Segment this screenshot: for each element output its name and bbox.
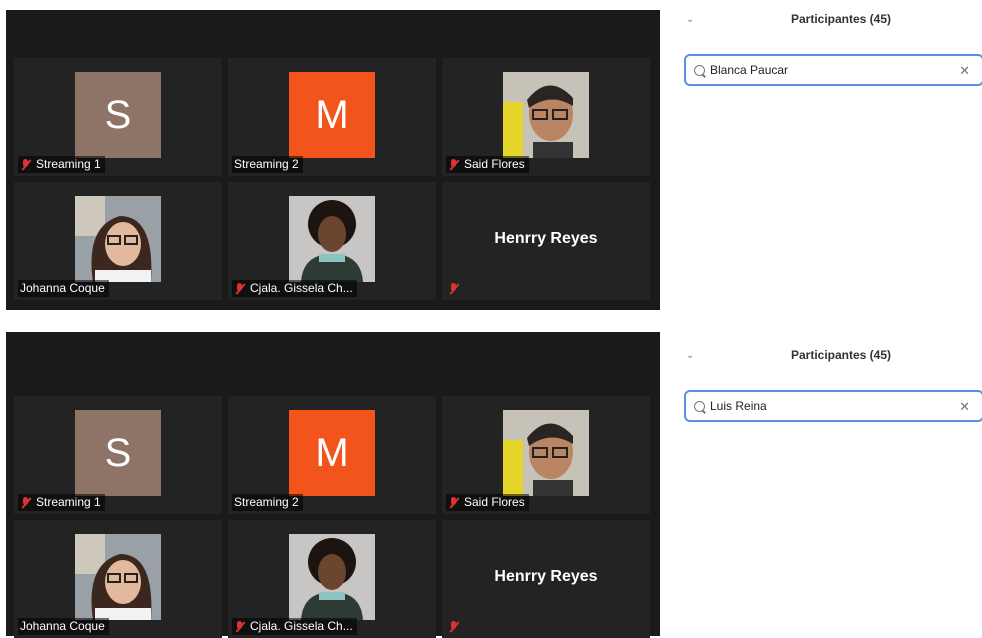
participant-name-label: Cjala. Gissela Ch... (232, 618, 357, 635)
search-icon (694, 400, 705, 412)
mic-muted-icon (20, 158, 32, 172)
participant-name-label: Streaming 2 (232, 494, 303, 511)
video-tile-streaming-2[interactable]: M Streaming 2 (228, 58, 436, 176)
video-tile-henrry-reyes[interactable]: Henrry Reyes (442, 182, 650, 300)
zoom-screenshot-2: S Streaming 1 M Streaming 2 Said Flores … (0, 332, 982, 638)
mic-muted-icon (448, 282, 460, 296)
mic-muted-icon (234, 620, 246, 634)
video-tile-henrry-reyes[interactable]: Henrry Reyes (442, 520, 650, 638)
video-gallery: S Streaming 1 M Streaming 2 Said Flores … (6, 10, 660, 310)
search-input[interactable]: Luis Reina ✕ (684, 390, 982, 422)
mic-muted-icon (448, 620, 460, 634)
search-icon (694, 64, 705, 76)
video-tile-said-flores[interactable]: Said Flores (442, 58, 650, 176)
participants-title: Participantes (45) (790, 12, 892, 26)
participant-photo (75, 534, 161, 620)
video-tile-johanna-coque[interactable]: Johanna Coque (14, 182, 222, 300)
video-tile-streaming-2[interactable]: M Streaming 2 (228, 396, 436, 514)
participants-panel: ⌄ Participantes (45) Blanca Paucar ✕ (676, 0, 982, 318)
participant-name-label: Johanna Coque (18, 618, 109, 635)
chevron-down-icon[interactable]: ⌄ (686, 350, 694, 361)
participant-name-label: Streaming 1 (18, 156, 105, 173)
participant-display-name: Henrry Reyes (494, 230, 598, 247)
avatar-letter: S (75, 72, 161, 158)
participant-display-name: Henrry Reyes (494, 568, 598, 585)
mic-muted-icon (448, 496, 460, 510)
participant-name-label: Streaming 2 (232, 156, 303, 173)
participant-photo (289, 196, 375, 282)
zoom-screenshot-1: S Streaming 1 M Streaming 2 Said Flores … (0, 0, 982, 318)
participant-name-label (446, 618, 468, 635)
close-icon[interactable]: ✕ (959, 399, 970, 415)
mic-muted-icon (234, 282, 246, 296)
search-value[interactable]: Blanca Paucar (710, 63, 788, 77)
search-input[interactable]: Blanca Paucar ✕ (684, 54, 982, 86)
video-tile-said-flores[interactable]: Said Flores (442, 396, 650, 514)
participant-name-label: Said Flores (446, 494, 529, 511)
participant-photo (289, 534, 375, 620)
participants-panel: ⌄ Participantes (45) Luis Reina ✕ (676, 332, 982, 636)
participant-photo (503, 72, 589, 158)
search-value[interactable]: Luis Reina (710, 399, 767, 413)
participant-photo (503, 410, 589, 496)
close-icon[interactable]: ✕ (959, 63, 970, 79)
video-tile-johanna-coque[interactable]: Johanna Coque (14, 520, 222, 638)
participants-title: Participantes (45) (790, 348, 892, 362)
avatar-letter: S (75, 410, 161, 496)
participant-name-label: Cjala. Gissela Ch... (232, 280, 357, 297)
avatar-letter: M (289, 410, 375, 496)
participant-name-label: Streaming 1 (18, 494, 105, 511)
participant-photo (75, 196, 161, 282)
chevron-down-icon[interactable]: ⌄ (686, 14, 694, 25)
video-tile-streaming-1[interactable]: S Streaming 1 (14, 396, 222, 514)
participant-name-label (446, 280, 468, 297)
participant-name-label: Said Flores (446, 156, 529, 173)
avatar-letter: M (289, 72, 375, 158)
video-tile-streaming-1[interactable]: S Streaming 1 (14, 58, 222, 176)
participant-name-label: Johanna Coque (18, 280, 109, 297)
mic-muted-icon (20, 496, 32, 510)
mic-muted-icon (448, 158, 460, 172)
video-tile-cjala-gissela[interactable]: Cjala. Gissela Ch... (228, 520, 436, 638)
video-gallery: S Streaming 1 M Streaming 2 Said Flores … (6, 332, 660, 638)
video-tile-cjala-gissela[interactable]: Cjala. Gissela Ch... (228, 182, 436, 300)
